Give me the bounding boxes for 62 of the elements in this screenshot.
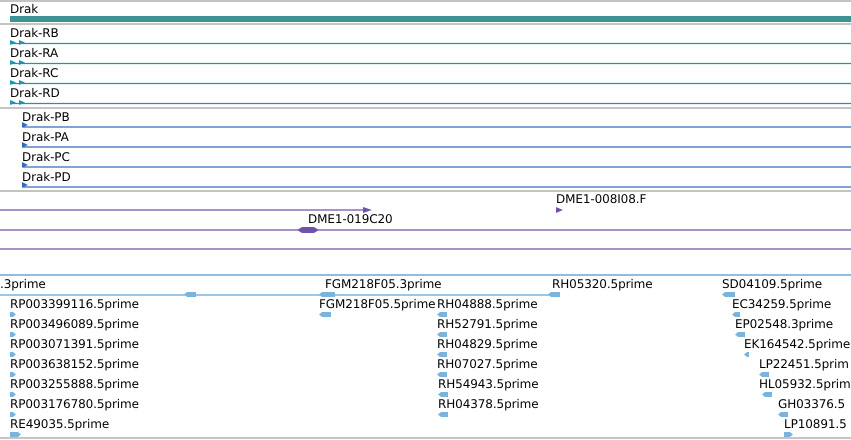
est-glyph xyxy=(744,352,749,357)
est-glyph xyxy=(10,352,16,357)
est-glyph xyxy=(10,312,16,317)
est-glyph xyxy=(437,332,447,337)
gene-label: Drak xyxy=(10,2,38,16)
est-label: RH05320.5prime xyxy=(552,277,653,291)
est-glyph xyxy=(10,392,16,397)
transcript-label: Drak-RB xyxy=(10,26,59,40)
est-glyph xyxy=(319,292,335,297)
est-glyph xyxy=(319,312,331,317)
est-label: RH04378.5prime xyxy=(438,397,539,411)
est-glyph xyxy=(722,292,735,297)
transcript-label: Drak-RD xyxy=(10,86,60,100)
est-glyph xyxy=(784,432,793,437)
est-label: RP003496089.5prime xyxy=(10,317,139,331)
est-label: HL05932.5prim xyxy=(759,377,851,391)
est-label: SD04109.5prime xyxy=(722,277,822,291)
est-glyph xyxy=(732,312,740,317)
est-label: LP22451.5prim xyxy=(759,357,849,371)
protein-label: Drak-PD xyxy=(22,170,71,184)
protein-label: Drak-PA xyxy=(22,130,69,144)
est-glyph xyxy=(437,312,447,317)
est-glyph xyxy=(437,372,447,377)
est-glyph xyxy=(762,392,772,397)
est-glyph xyxy=(10,372,16,377)
est-glyph xyxy=(437,352,447,357)
est-glyph xyxy=(438,392,448,397)
est-label: FGM218F05.3prime xyxy=(325,277,442,291)
protein-label: Drak-PC xyxy=(22,150,70,164)
est-label: GH03376.5 xyxy=(778,397,846,411)
est-glyph xyxy=(735,332,745,337)
est-label: RH04829.5prime xyxy=(437,337,538,351)
est-label: .3prime xyxy=(0,277,46,291)
est-glyph xyxy=(184,292,196,297)
est-glyph xyxy=(438,412,448,417)
est-glyph xyxy=(759,372,769,377)
est-glyph xyxy=(778,412,788,417)
est-label: RH04888.5prime xyxy=(437,297,538,311)
est-label: EK164542.5prime xyxy=(744,337,850,351)
clone-label: DME1-019C20 xyxy=(308,212,393,226)
transcript-label: Drak-RC xyxy=(10,66,58,80)
est-label: RE49035.5prime xyxy=(10,417,110,431)
transcript-label: Drak-RA xyxy=(10,46,58,60)
est-label: RP003071391.5prime xyxy=(10,337,139,351)
est-label: RP003399116.5prime xyxy=(10,297,139,311)
est-label: RH07027.5prime xyxy=(437,357,538,371)
est-label: RH54943.5prime xyxy=(438,377,539,391)
est-label: LP10891.5 xyxy=(784,417,847,431)
est-label: EC34259.5prime xyxy=(732,297,832,311)
est-glyph xyxy=(10,432,21,437)
protein-label: Drak-PB xyxy=(22,110,70,124)
est-label: RH52791.5prime xyxy=(437,317,538,331)
est-label: EP02548.3prime xyxy=(735,317,833,331)
est-label: RP003176780.5prime xyxy=(10,397,139,411)
est-label: RP003638152.5prime xyxy=(10,357,139,371)
est-label: FGM218F05.5prime xyxy=(319,297,436,311)
est-glyph xyxy=(10,412,16,417)
est-glyph xyxy=(10,332,16,337)
clone-glyph xyxy=(556,207,563,213)
clone-label: DME1-008I08.F xyxy=(556,192,646,206)
est-label: RP003255888.5prime xyxy=(10,377,139,391)
est-glyph xyxy=(548,292,560,297)
